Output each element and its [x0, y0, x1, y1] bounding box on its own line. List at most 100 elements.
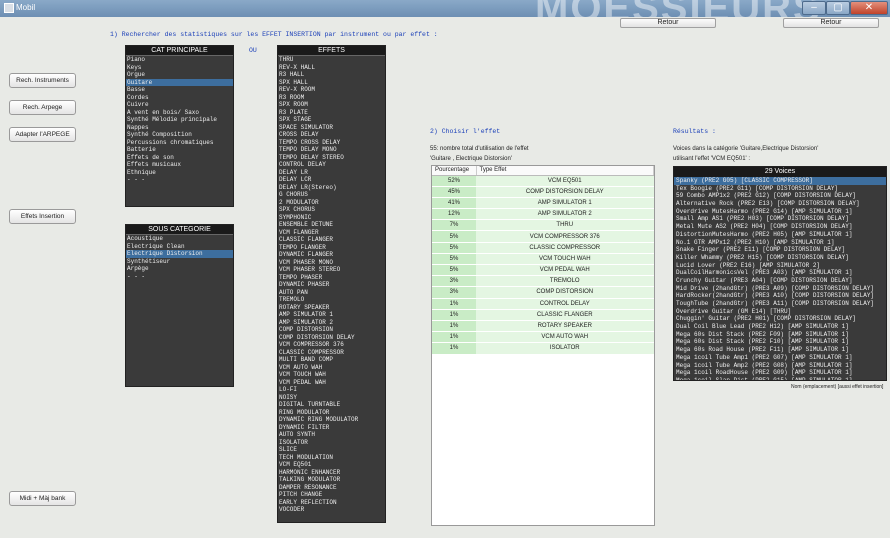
effet-item[interactable]: R3 PLATE: [278, 109, 385, 117]
effets-list[interactable]: EFFETS THRU REV-X HALL R3 HALL SPX HALL REV-…: [277, 45, 386, 523]
sous-categorie-item[interactable]: Synthétiseur: [126, 258, 233, 266]
effet-item[interactable]: AUTO SYNTH: [278, 431, 385, 439]
effet-item[interactable]: AUTO PAN: [278, 289, 385, 297]
rech-arpege-button[interactable]: Rech. Arpege: [9, 100, 76, 115]
effet-item[interactable]: TECH MODULATION: [278, 454, 385, 462]
voice-item[interactable]: Mega 1coil Slap Dist (PRE2 G15) [AMP SIM…: [674, 377, 886, 380]
table-row[interactable]: 7% THRU: [432, 219, 654, 232]
voice-item[interactable]: Chuggin' Guitar (PRE2 H01) [COMP DISTORS…: [674, 315, 886, 323]
table-row[interactable]: 1% ROTARY SPEAKER: [432, 320, 654, 333]
effet-item[interactable]: VCM TOUCH WAH: [278, 371, 385, 379]
voice-item[interactable]: Killer Whammy (PRE2 H15) [COMP DISTORSIO…: [674, 254, 886, 262]
voice-item[interactable]: Overdrive Guitar (GM E14) [THRU]: [674, 308, 886, 316]
cat-principale-list[interactable]: CAT PRINCIPALE Piano Keys Orgue Guitare Bass…: [125, 45, 234, 207]
voice-item[interactable]: Tex Boogie (PRE2 G11) [COMP DISTORSION D…: [674, 185, 886, 193]
effet-item[interactable]: AMP SIMULATOR 2: [278, 319, 385, 327]
effet-item[interactable]: DYNAMIC RING MODULATOR: [278, 416, 385, 424]
effet-item[interactable]: ENSEMBLE DETUNE: [278, 221, 385, 229]
voice-item[interactable]: Small Amp AS1 (PRE2 H03) [COMP DISTORSIO…: [674, 215, 886, 223]
table-row[interactable]: 1% VCM AUTO WAH: [432, 331, 654, 344]
voice-item[interactable]: Crunchy Guitar (PRE3 A04) [COMP DISTORSI…: [674, 277, 886, 285]
effet-item[interactable]: REV-X ROOM: [278, 86, 385, 94]
effet-item[interactable]: 2 MODULATOR: [278, 199, 385, 207]
table-row[interactable]: 5% VCM COMPRESSOR 376: [432, 230, 654, 243]
table-row[interactable]: 1% ISOLATOR: [432, 342, 654, 355]
effet-item[interactable]: COMP DISTORSION DELAY: [278, 334, 385, 342]
effet-item[interactable]: SPX HALL: [278, 79, 385, 87]
voice-item[interactable]: HardRocker(2handGtr) (PRE3 A10) [COMP DI…: [674, 292, 886, 300]
cat-principale-item[interactable]: Cuivre: [126, 101, 233, 109]
effet-item[interactable]: SPX STAGE: [278, 116, 385, 124]
effet-item[interactable]: TEMPO CROSS DELAY: [278, 139, 385, 147]
voice-item[interactable]: DualCoilHarmonicsVel (PRE3 A03) [AMP SIM…: [674, 269, 886, 277]
close-button[interactable]: ✕: [850, 1, 888, 15]
effet-item[interactable]: CONTROL DELAY: [278, 161, 385, 169]
effet-item[interactable]: SPX CHORUS: [278, 206, 385, 214]
effet-item[interactable]: THRU: [278, 56, 385, 64]
effet-item[interactable]: DELAY LCR: [278, 176, 385, 184]
effet-item[interactable]: SYMPHONIC: [278, 214, 385, 222]
midi-maj-bank-button[interactable]: Midi + Màj bank: [9, 491, 76, 506]
effet-item[interactable]: PITCH CHANGE: [278, 491, 385, 499]
effet-item[interactable]: DELAY LR(Stereo): [278, 184, 385, 192]
effet-item[interactable]: TALKING MODULATOR: [278, 476, 385, 484]
sous-categorie-item[interactable]: Acoustique: [126, 235, 233, 243]
cat-principale-item[interactable]: Effets de son: [126, 154, 233, 162]
effet-item[interactable]: DELAY LR: [278, 169, 385, 177]
retour-button-2[interactable]: Retour: [783, 18, 879, 28]
effet-item[interactable]: R3 HALL: [278, 71, 385, 79]
voice-item[interactable]: Alternative Rock (PRE2 E13) [COMP DISTOR…: [674, 200, 886, 208]
voice-item[interactable]: Mega 1coil Tube Amp2 (PRE2 G08) [AMP SIM…: [674, 362, 886, 370]
voice-item[interactable]: Mega 60s Dist Stack (PRE2 F09) [AMP SIMU…: [674, 331, 886, 339]
cat-principale-item[interactable]: Basse: [126, 86, 233, 94]
cat-principale-item[interactable]: Nappes: [126, 124, 233, 132]
effet-item[interactable]: HARMONIC ENHANCER: [278, 469, 385, 477]
effet-item[interactable]: TREMOLO: [278, 296, 385, 304]
effet-item[interactable]: TEMPO DELAY STEREO: [278, 154, 385, 162]
effet-item[interactable]: VCM COMPRESSOR 376: [278, 341, 385, 349]
voice-item[interactable]: Metal Mute AS2 (PRE2 H04) [COMP DISTORSI…: [674, 223, 886, 231]
voice-item[interactable]: Dual Coil Blue Lead (PRE2 H12) [AMP SIMU…: [674, 323, 886, 331]
sous-categorie-item[interactable]: Electrique Clean: [126, 243, 233, 251]
voice-item[interactable]: Spanky (PRE2 G05) [CLASSIC COMPRESSOR]: [674, 177, 886, 185]
table-row[interactable]: 52% VCM EQ501: [432, 175, 654, 187]
table-row[interactable]: 3% COMP DISTORSION: [432, 286, 654, 299]
voice-item[interactable]: Mega 1coil Tube Amp1 (PRE2 G07) [AMP SIM…: [674, 354, 886, 362]
effet-item[interactable]: VOCODER: [278, 506, 385, 514]
table-row[interactable]: 1% CLASSIC FLANGER: [432, 309, 654, 321]
effet-item[interactable]: DIGITAL TURNTABLE: [278, 401, 385, 409]
table-row[interactable]: 5% VCM TOUCH WAH: [432, 253, 654, 266]
effet-item[interactable]: DYNAMIC FLANGER: [278, 251, 385, 259]
effet-item[interactable]: VCM PHASER STEREO: [278, 266, 385, 274]
effet-item[interactable]: NOISY: [278, 394, 385, 402]
effet-item[interactable]: TEMPO DELAY MONO: [278, 146, 385, 154]
cat-principale-item[interactable]: Ethnique: [126, 169, 233, 177]
voice-item[interactable]: ToughTube (2handGtr) (PRE3 A11) [COMP DI…: [674, 300, 886, 308]
voice-item[interactable]: Snake Finger (PRE2 E11) [COMP DISTORSION…: [674, 246, 886, 254]
effet-item[interactable]: REV-X HALL: [278, 64, 385, 72]
effet-item[interactable]: VCM AUTO WAH: [278, 364, 385, 372]
effet-item[interactable]: VCM PHASER MONO: [278, 259, 385, 267]
sous-categorie-item[interactable]: Electrique Distorsion: [126, 250, 233, 258]
effet-item[interactable]: MULTI BAND COMP: [278, 356, 385, 364]
cat-principale-item[interactable]: Synthé Composition: [126, 131, 233, 139]
voice-item[interactable]: Mega 60s Dist Stack (PRE2 F10) [AMP SIMU…: [674, 338, 886, 346]
effect-stats-table[interactable]: Pourcentage Type Effet 52% VCM EQ501 45% CO…: [431, 165, 655, 526]
effet-item[interactable]: SLICE: [278, 446, 385, 454]
effet-item[interactable]: VCM FLANGER: [278, 229, 385, 237]
effet-item[interactable]: CLASSIC FLANGER: [278, 236, 385, 244]
voice-item[interactable]: 59 Combo AMP1x2 (PRE2 G12) [COMP DISTORS…: [674, 192, 886, 200]
effet-item[interactable]: EARLY REFLECTION: [278, 499, 385, 507]
sous-categorie-item[interactable]: - - -: [126, 273, 233, 281]
effet-item[interactable]: TEMPO FLANGER: [278, 244, 385, 252]
effet-item[interactable]: DYNAMIC PHASER: [278, 281, 385, 289]
effet-item[interactable]: LO-FI: [278, 386, 385, 394]
cat-principale-item[interactable]: Batterie: [126, 146, 233, 154]
effet-item[interactable]: TEMPO PHASER: [278, 274, 385, 282]
rech-instruments-button[interactable]: Rech. Instruments: [9, 73, 76, 88]
col-type-effet[interactable]: Type Effet: [476, 166, 654, 176]
table-row[interactable]: 5% CLASSIC COMPRESSOR: [432, 242, 654, 254]
voice-item[interactable]: DistortionMutesHarmo (PRE2 H05) [AMP SIM…: [674, 231, 886, 239]
effet-item[interactable]: SPX ROOM: [278, 101, 385, 109]
table-row[interactable]: 3% TREMOLO: [432, 275, 654, 288]
